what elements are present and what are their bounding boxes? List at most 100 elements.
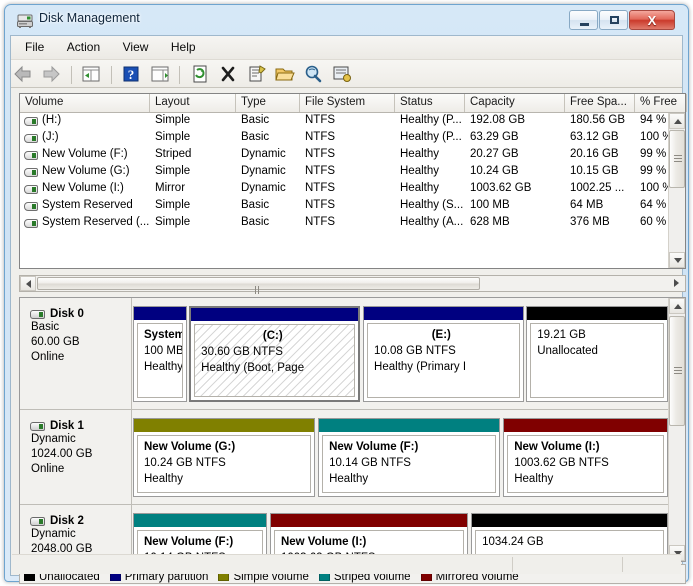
partition-block[interactable]: (E:)10.08 GB NTFSHealthy (Primary I — [363, 306, 524, 402]
table-row[interactable]: New Volume (I:)MirrorDynamicNTFSHealthy1… — [20, 181, 668, 198]
column-layout[interactable]: Layout — [150, 94, 236, 112]
disk-graphical-view[interactable]: Disk 0Basic60.00 GBOnlineSystem100 MBHea… — [19, 297, 686, 562]
show-hide-console-tree-icon[interactable] — [79, 62, 103, 86]
disk-info-panel[interactable]: Disk 1Dynamic1024.00 GBOnline — [20, 410, 132, 504]
close-icon: X — [630, 13, 674, 28]
partition-details: System100 MBHealthy — [137, 323, 183, 398]
cell-capacity: 20.27 GB — [465, 147, 565, 164]
disk-row[interactable]: Disk 1Dynamic1024.00 GBOnlineNew Volume … — [20, 410, 668, 505]
table-row[interactable]: System ReservedSimpleBasicNTFSHealthy (S… — [20, 198, 668, 215]
cell-status: Healthy (S... — [395, 198, 465, 215]
disk-row[interactable]: Disk 0Basic60.00 GBOnlineSystem100 MBHea… — [20, 298, 668, 410]
partition-color-bar — [504, 419, 667, 432]
cell-capacity: 100 MB — [465, 198, 565, 215]
menu-file[interactable]: File — [16, 36, 53, 58]
partition-size: 19.21 GB — [537, 327, 663, 343]
scroll-thumb[interactable] — [669, 316, 685, 426]
menu-action[interactable]: Action — [58, 36, 109, 58]
disk-pane-vertical-scrollbar[interactable] — [668, 298, 685, 561]
cell-layout: Simple — [150, 130, 236, 147]
disk-name: Disk 1 — [30, 420, 131, 432]
menu-view[interactable]: View — [114, 36, 158, 58]
disk-partitions: New Volume (G:)10.24 GB NTFSHealthyNew V… — [133, 410, 668, 504]
cell-status: Healthy — [395, 181, 465, 198]
show-hide-action-pane-icon[interactable] — [148, 62, 172, 86]
help-icon[interactable]: ? — [119, 62, 143, 86]
partition-details: (E:)10.08 GB NTFSHealthy (Primary I — [367, 323, 520, 398]
forward-icon[interactable] — [39, 62, 63, 86]
cell-type: Dynamic — [236, 181, 300, 198]
column-capacity[interactable]: Capacity — [465, 94, 565, 112]
cell-type: Basic — [236, 130, 300, 147]
close-button[interactable]: X — [629, 10, 675, 30]
partition-size: 10.24 GB NTFS — [144, 455, 310, 471]
volume-list[interactable]: VolumeLayoutTypeFile SystemStatusCapacit… — [19, 93, 686, 269]
scroll-up-button[interactable] — [669, 113, 685, 129]
disk-management-icon — [17, 13, 33, 28]
table-row[interactable]: New Volume (F:)StripedDynamicNTFSHealthy… — [20, 147, 668, 164]
column-percent-free[interactable]: % Free — [635, 94, 687, 112]
title-bar[interactable]: Disk Management X — [5, 5, 688, 35]
scroll-left-button[interactable] — [20, 276, 36, 291]
cell-percent-free: 99 % — [635, 164, 668, 181]
scroll-right-button[interactable] — [669, 276, 685, 291]
disk-row[interactable]: Disk 2Dynamic2048.00 GB New Volume (F:) 10… — [20, 505, 668, 561]
partition-block[interactable]: 19.21 GBUnallocated — [526, 306, 668, 402]
horizontal-scrollbar[interactable] — [19, 275, 686, 292]
scroll-down-button[interactable] — [669, 252, 685, 268]
partition-size: 1034.24 GB — [482, 534, 663, 550]
cell-percent-free: 100 % — [635, 181, 668, 198]
scroll-thumb[interactable] — [669, 130, 685, 188]
column-file-system[interactable]: File System — [300, 94, 395, 112]
partition-size: 30.60 GB NTFS — [201, 344, 354, 360]
table-row[interactable]: System Reserved (...SimpleBasicNTFSHealt… — [20, 215, 668, 232]
cell-volume: System Reserved (... — [20, 215, 150, 232]
scroll-up-button[interactable] — [669, 298, 685, 314]
partition-name: New Volume (G:) — [144, 439, 310, 455]
open-folder-icon[interactable] — [273, 62, 297, 86]
partition-name: New Volume (F:) — [144, 534, 262, 550]
table-row[interactable]: (H:)SimpleBasicNTFSHealthy (P...192.08 G… — [20, 113, 668, 130]
menu-bar: File Action View Help — [11, 36, 682, 60]
disk-type: Dynamic — [30, 527, 131, 542]
menu-help[interactable]: Help — [162, 36, 205, 58]
disk-state: Online — [30, 350, 131, 365]
column-status[interactable]: Status — [395, 94, 465, 112]
rescan-disks-icon[interactable] — [330, 62, 354, 86]
maximize-button[interactable] — [599, 10, 628, 30]
disk-size: 60.00 GB — [30, 335, 131, 350]
horizontal-scroll-thumb[interactable] — [37, 277, 480, 290]
table-row[interactable]: (J:)SimpleBasicNTFSHealthy (P...63.29 GB… — [20, 130, 668, 147]
cell-layout: Simple — [150, 164, 236, 181]
partition-block[interactable]: System100 MBHealthy — [133, 306, 187, 402]
column-type[interactable]: Type — [236, 94, 300, 112]
partition-block[interactable]: New Volume (I:)1003.62 GB NTFSHealthy — [503, 418, 668, 497]
partition-details: 19.21 GBUnallocated — [530, 323, 664, 398]
column-volume[interactable]: Volume — [20, 94, 150, 112]
partition-block[interactable]: New Volume (F:)10.14 GB NTFSHealthy — [318, 418, 500, 497]
minimize-button[interactable] — [569, 10, 598, 30]
disk-info-panel[interactable]: Disk 0Basic60.00 GBOnline — [20, 298, 132, 409]
refresh-icon[interactable] — [188, 62, 212, 86]
disk-info-panel[interactable]: Disk 2Dynamic2048.00 GB — [20, 505, 132, 561]
cell-percent-free: 99 % — [635, 147, 668, 164]
properties-icon[interactable] — [245, 62, 269, 86]
back-icon[interactable] — [11, 62, 35, 86]
table-row[interactable]: New Volume (G:)SimpleDynamicNTFSHealthy1… — [20, 164, 668, 181]
cell-layout: Simple — [150, 198, 236, 215]
cell-free-space: 64 MB — [565, 198, 635, 215]
partition-block[interactable]: (C:)30.60 GB NTFSHealthy (Boot, Page — [189, 306, 360, 402]
hard-disk-icon — [30, 422, 45, 431]
volume-list-vertical-scrollbar[interactable] — [668, 113, 685, 268]
cell-status: Healthy (P... — [395, 113, 465, 130]
disk-management-window: Disk Management X File Action View Help — [4, 4, 689, 582]
partition-name: (C:) — [201, 328, 354, 344]
column-free-space[interactable]: Free Spa... — [565, 94, 635, 112]
cell-file-system: NTFS — [300, 181, 395, 198]
volume-icon — [24, 168, 38, 177]
delete-icon[interactable] — [216, 62, 240, 86]
partition-block[interactable]: New Volume (G:)10.24 GB NTFSHealthy — [133, 418, 315, 497]
explore-icon[interactable] — [301, 62, 325, 86]
partition-status: Healthy — [329, 471, 495, 487]
toolbar-separator — [179, 66, 180, 84]
